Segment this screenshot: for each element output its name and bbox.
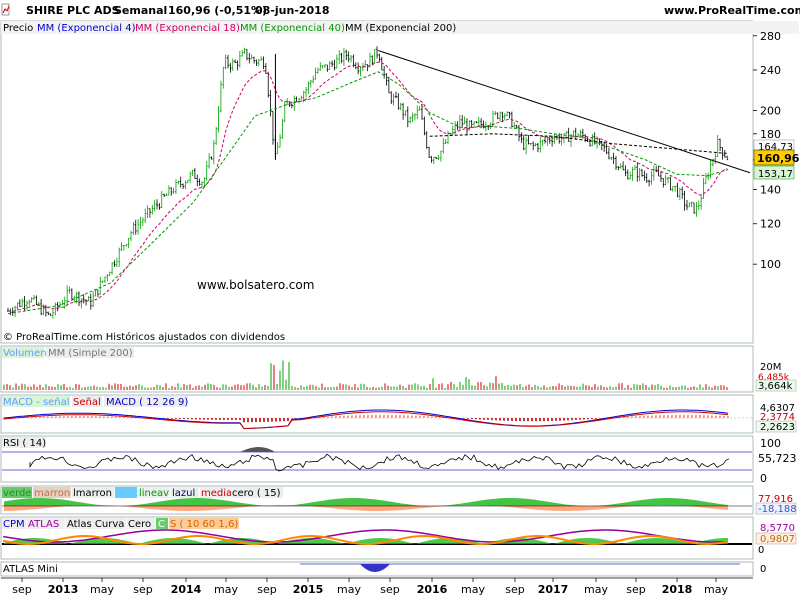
- legend-atlas-curva[interactable]: Atlas Curva: [67, 519, 124, 530]
- volume-value-2: 3,664k: [758, 381, 793, 392]
- legend-marron[interactable]: marron: [34, 488, 70, 499]
- instrument-title: SHIRE PLC ADS: [26, 4, 120, 17]
- x-axis-label: 2017: [538, 583, 569, 596]
- atlas-mini-value: 0: [760, 564, 766, 575]
- legend-volume-ma[interactable]: MM (Simple 200): [48, 348, 133, 359]
- legend-signal[interactable]: Señal: [73, 397, 101, 408]
- macd-panel[interactable]: MACD - señal Señal MACD ( 12 26 9) 4,630…: [0, 394, 797, 434]
- legend-media[interactable]: media: [201, 488, 232, 499]
- chart-canvas[interactable]: SHIRE PLC ADS Semanal 160,96 (-0,51%) 08…: [0, 0, 800, 600]
- volume-axis-20m: 20M: [760, 362, 781, 373]
- legend-c[interactable]: C: [158, 519, 165, 530]
- x-axis-label: sep: [505, 583, 524, 596]
- x-axis-label: sep: [380, 583, 399, 596]
- period-label: Semanal: [114, 4, 167, 17]
- price-axis-label: 120: [760, 218, 781, 231]
- x-axis-label: 2015: [293, 583, 324, 596]
- legend-price[interactable]: Precio: [3, 23, 33, 34]
- legend-ema4[interactable]: MM (Exponencial 4): [37, 23, 136, 34]
- x-axis-label: 2018: [662, 583, 693, 596]
- price-axis-label: 240: [760, 64, 781, 77]
- atlas-mini-panel[interactable]: ATLAS Mini 0: [0, 561, 766, 577]
- legend-volume[interactable]: Volumen: [3, 348, 47, 359]
- volume-panel[interactable]: Volumen MM (Simple 200) 20M 6,485k 3,664…: [0, 345, 797, 393]
- macd-value-3: 2,2623: [760, 422, 795, 433]
- x-axis-label: may: [90, 583, 114, 596]
- x-axis-label: sep: [12, 583, 31, 596]
- price-panel[interactable]: Precio MM (Exponencial 4) MM (Exponencia…: [0, 20, 800, 344]
- atlas-curve-value-2: 0,9807: [760, 534, 795, 545]
- x-axis-label: 2014: [171, 583, 202, 596]
- legend-verde[interactable]: verde: [3, 488, 32, 499]
- legend-cero-2[interactable]: Cero: [128, 519, 151, 530]
- price-axis-label: 140: [760, 184, 781, 197]
- header-bar: SHIRE PLC ADS Semanal 160,96 (-0,51%) 08…: [0, 0, 800, 20]
- x-axis-label: sep: [133, 583, 152, 596]
- site-label[interactable]: www.ProRealTime.com: [664, 4, 800, 17]
- atlas-curve-panel[interactable]: CPM ATLAS Atlas Curva Cero C S ( 10 60 1…: [0, 516, 797, 560]
- x-axis-label: may: [214, 583, 238, 596]
- legend-ema40[interactable]: MM (Exponencial 40): [240, 23, 345, 34]
- atlas-lines-value-2: -18,188: [758, 504, 797, 515]
- x-axis-label: 2013: [48, 583, 79, 596]
- price-axis-label: 280: [760, 30, 781, 43]
- price-axis-label: 200: [760, 104, 781, 117]
- x-axis-label: may: [461, 583, 485, 596]
- atlas-curve-value-1: 8,5770: [760, 523, 795, 534]
- legend-cpm[interactable]: CPM: [3, 519, 25, 530]
- last-price-tag: 160,96: [757, 152, 800, 165]
- legend-macd[interactable]: MACD ( 12 26 9): [106, 397, 188, 408]
- price-tags: 164,73 160,96 153,17: [753, 139, 800, 180]
- watermark-text: www.bolsatero.com: [197, 278, 314, 292]
- legend-ema200[interactable]: MM (Exponencial 200): [345, 23, 456, 34]
- date-label: 08-jun-2018: [255, 4, 330, 17]
- x-axis-label: 2016: [417, 583, 448, 596]
- legend-ema18[interactable]: MM (Exponencial 18): [135, 23, 240, 34]
- x-axis-label: may: [337, 583, 361, 596]
- rsi-axis-0: 0: [760, 472, 767, 485]
- x-axis-label: sep: [257, 583, 276, 596]
- ema40-price-tag: 153,17: [758, 169, 793, 180]
- legend-lazul[interactable]: lazul: [172, 488, 195, 499]
- x-axis-label: may: [704, 583, 728, 596]
- legend-rsi[interactable]: RSI ( 14): [3, 438, 46, 449]
- rsi-value: 55,723: [758, 452, 797, 465]
- legend-lmarron[interactable]: lmarron: [73, 488, 112, 499]
- legend-s[interactable]: S ( 10 60 1,6): [170, 519, 238, 530]
- x-axis-label: may: [584, 583, 608, 596]
- price-axis-label: 180: [760, 128, 781, 141]
- legend-atlas[interactable]: ATLAS: [28, 519, 59, 530]
- x-axis-label: sep: [626, 583, 645, 596]
- price-axis-label: 100: [760, 258, 781, 271]
- legend-macd-diff[interactable]: MACD - señal: [3, 397, 70, 408]
- legend-lineav[interactable]: lineav: [139, 488, 169, 499]
- footnote-text: © ProRealTime.com Históricos ajustados c…: [3, 331, 285, 343]
- chart-window: SHIRE PLC ADS Semanal 160,96 (-0,51%) 08…: [0, 0, 800, 600]
- legend-cero[interactable]: cero ( 15): [232, 488, 281, 499]
- rsi-panel[interactable]: RSI ( 14) 100 55,723 0: [0, 435, 797, 485]
- atlas-lines-panel[interactable]: verde marron lmarron lverde lineav lazul…: [0, 485, 797, 515]
- last-change-label: 160,96 (-0,51%): [168, 4, 267, 17]
- atlas-curve-value-3: 0: [758, 545, 764, 556]
- rsi-axis-100: 100: [760, 437, 781, 450]
- legend-atlas-mini[interactable]: ATLAS Mini: [3, 564, 58, 575]
